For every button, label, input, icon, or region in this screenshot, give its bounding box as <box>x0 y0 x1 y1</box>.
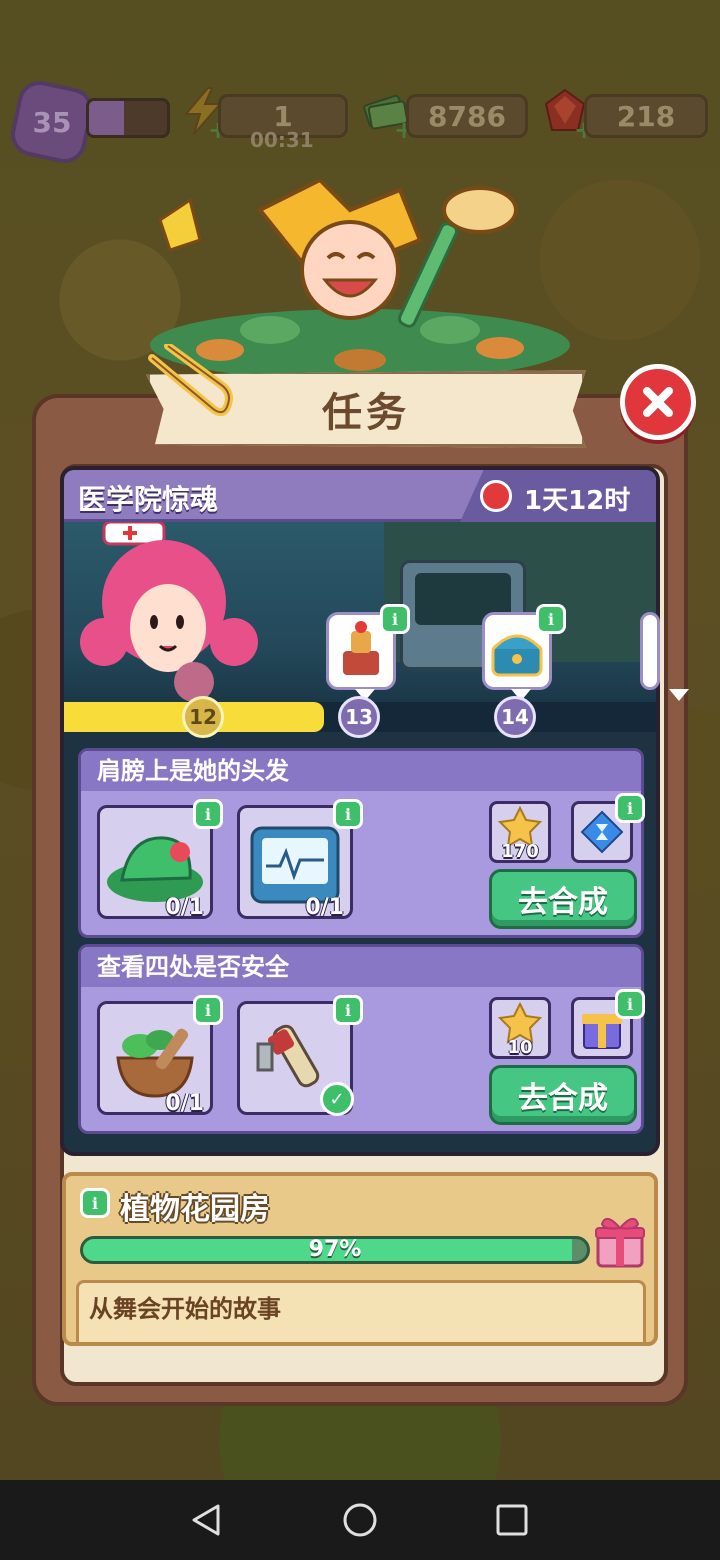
garden-progress-label: 97% <box>308 1237 362 1262</box>
reward-info-icon[interactable]: i <box>615 793 645 823</box>
close-icon <box>643 387 673 417</box>
gems-counter[interactable]: 218 <box>584 94 708 138</box>
close-button[interactable] <box>620 364 696 440</box>
event-card: 医学院惊魂 1天12时 i i 12 13 14 肩膀上是她的头发 0/1 i … <box>60 466 689 1156</box>
level-value: 35 <box>32 105 72 139</box>
milestone-12: 12 <box>182 696 224 738</box>
quest-title: 查看四处是否安全 <box>81 947 641 987</box>
merge-button[interactable]: 去合成 <box>489 869 637 929</box>
level-badge: 35 <box>6 76 98 168</box>
energy-timer: 00:31 <box>250 128 314 152</box>
merge-button[interactable]: 去合成 <box>489 1065 637 1125</box>
cash-value: 8786 <box>428 99 506 133</box>
event-header: 医学院惊魂 1天12时 <box>64 470 656 522</box>
quest-item-count: 0/1 <box>165 895 204 920</box>
quest-row: 肩膀上是她的头发 0/1 i 0/1 i 170 i 去合成 <box>78 748 645 938</box>
milestone-14: 14 <box>494 696 536 738</box>
quest-reward-count: 170 <box>501 841 539 862</box>
garden-story-title: 从舞会开始的故事 <box>89 1295 281 1323</box>
dialog-title: 任务 <box>322 390 410 436</box>
milestone-14-info-icon[interactable]: i <box>536 604 566 634</box>
quest-item-count: 0/1 <box>165 1091 204 1116</box>
milestone-13-info-icon[interactable]: i <box>380 604 410 634</box>
event-title: 医学院惊魂 <box>78 483 219 516</box>
gems-value: 218 <box>616 99 676 133</box>
back-icon[interactable] <box>186 1500 226 1540</box>
quest-row: 查看四处是否安全 0/1 i ✓ i 10 i 去合成 <box>78 944 645 1134</box>
garden-info-icon[interactable]: i <box>80 1188 110 1218</box>
nurse-character <box>80 522 258 702</box>
home-icon[interactable] <box>340 1500 380 1540</box>
garden-title: 植物花园房 <box>120 1192 270 1227</box>
quest-reward-count: 10 <box>507 1037 533 1058</box>
event-time-left: 1天12时 <box>524 486 631 516</box>
item-info-icon[interactable]: i <box>333 799 363 829</box>
quest-item-count: 0/1 <box>305 895 344 920</box>
system-nav-bar <box>0 1480 720 1560</box>
event-timer-box: 1天12时 <box>460 470 656 522</box>
item-info-icon[interactable]: i <box>333 995 363 1025</box>
item-info-icon[interactable]: i <box>193 799 223 829</box>
milestone-13: 13 <box>338 696 380 738</box>
quest-reward: 10 <box>489 997 551 1059</box>
reward-info-icon[interactable]: i <box>615 989 645 1019</box>
gift-reward-icon[interactable] <box>592 1212 648 1270</box>
paperclip-icon <box>148 344 233 417</box>
quest-reward: 170 <box>489 801 551 863</box>
garden-room-card[interactable]: i 植物花园房 97% 从舞会开始的故事 <box>62 1172 658 1346</box>
recents-icon[interactable] <box>492 1500 532 1540</box>
item-info-icon[interactable]: i <box>193 995 223 1025</box>
cash-counter[interactable]: 8786 <box>406 94 528 138</box>
garden-story-row: 从舞会开始的故事 <box>76 1280 646 1342</box>
milestone-reward-15[interactable] <box>640 612 689 701</box>
xp-bar <box>86 98 170 138</box>
top-hud: 35 + 1 00:31 + 8786 + 218 <box>0 76 720 168</box>
clock-icon <box>480 480 512 512</box>
item-complete-check-icon: ✓ <box>320 1082 354 1116</box>
quest-title: 肩膀上是她的头发 <box>81 751 641 791</box>
